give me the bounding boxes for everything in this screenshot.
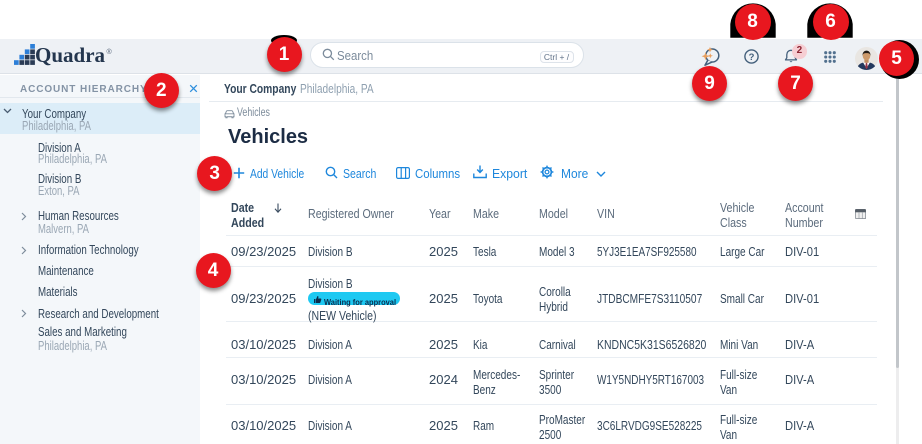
svg-text:?: ?: [749, 52, 755, 63]
